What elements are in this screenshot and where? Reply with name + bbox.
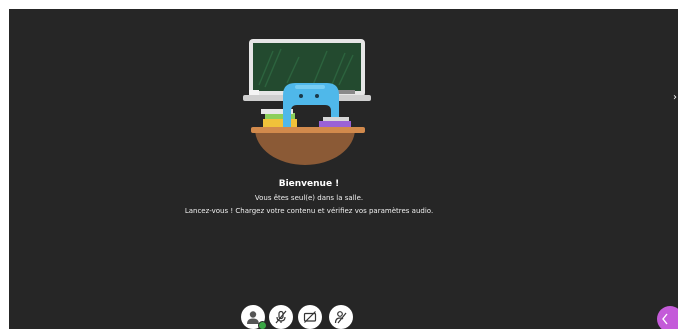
camera-button[interactable] <box>298 305 322 329</box>
welcome-message-line-2: Lancez-vous ! Chargez votre contenu et v… <box>184 207 434 215</box>
share-off-icon <box>334 311 347 324</box>
microphone-button[interactable] <box>269 305 293 329</box>
microphone-muted-icon <box>275 310 287 324</box>
desk-base <box>255 129 355 165</box>
panel-toggle-button[interactable] <box>657 306 678 329</box>
panel-toggle-icon <box>662 313 668 325</box>
classroom-illustration <box>243 39 371 165</box>
online-status-icon <box>258 321 267 329</box>
share-button[interactable] <box>329 305 353 329</box>
chevron-right-icon: › <box>673 92 677 103</box>
desk-top <box>251 127 365 133</box>
session-room: Bienvenue ! Vous êtes seul(e) dans la sa… <box>9 9 678 329</box>
user-avatar-button[interactable] <box>241 305 267 329</box>
welcome-title: Bienvenue ! <box>278 179 340 189</box>
camera-off-icon <box>303 311 317 323</box>
welcome-message-line-1: Vous êtes seul(e) dans la salle. <box>254 194 364 202</box>
